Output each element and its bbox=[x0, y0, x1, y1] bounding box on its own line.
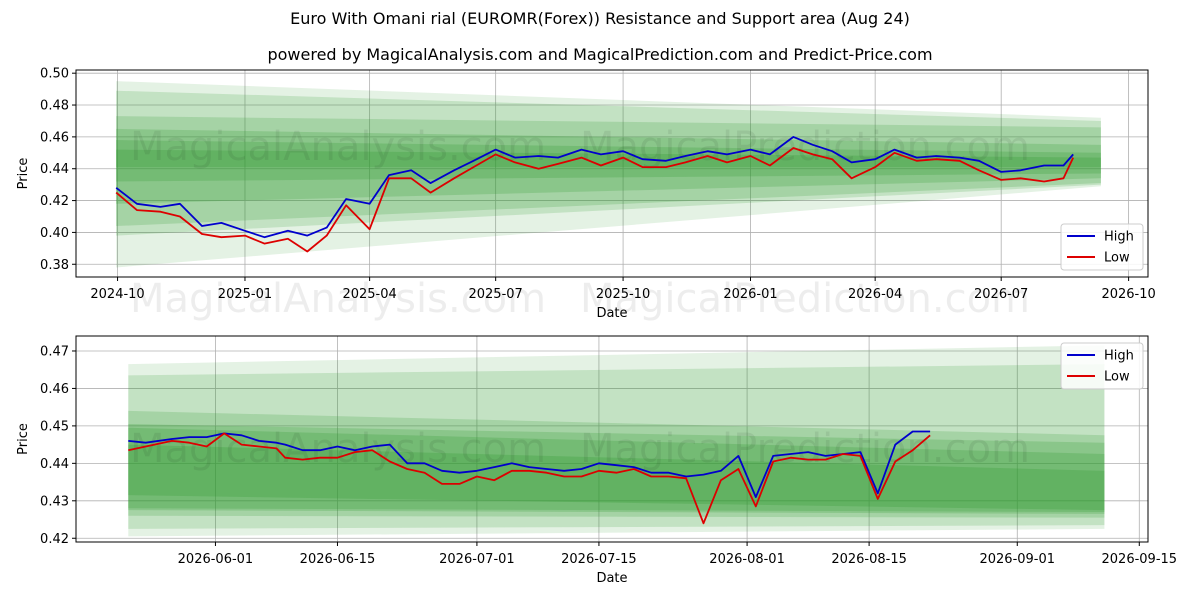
y-tick-label: 0.47 bbox=[40, 344, 69, 359]
y-tick-label: 0.42 bbox=[40, 194, 69, 209]
x-tick-label: 2026-08-15 bbox=[831, 552, 907, 567]
x-tick-label: 2026-04 bbox=[848, 287, 902, 302]
x-tick-label: 2026-08-01 bbox=[709, 552, 785, 567]
watermark-text: MagicalAnalysis.com bbox=[130, 426, 546, 472]
top-panel: MagicalAnalysis.com MagicalPrediction.com… bbox=[16, 67, 1156, 322]
y-tick-label: 0.38 bbox=[40, 258, 69, 273]
watermark-text: MagicalAnalysis.com bbox=[130, 124, 546, 170]
y-tick-label: 0.46 bbox=[40, 382, 69, 397]
x-tick-label: 2026-07-01 bbox=[439, 552, 515, 567]
legend-low-label: Low bbox=[1104, 370, 1130, 385]
y-tick-label: 0.46 bbox=[40, 130, 69, 145]
legend: High Low bbox=[1060, 342, 1144, 390]
y-axis-label: Price bbox=[16, 423, 31, 455]
watermark-text: MagicalPrediction.com bbox=[580, 426, 1030, 472]
x-tick-label: 2025-10 bbox=[596, 287, 650, 302]
y-axis-label: Price bbox=[16, 158, 31, 190]
y-tick-label: 0.43 bbox=[40, 494, 69, 509]
bottom-panel: MagicalAnalysis.com MagicalPrediction.com… bbox=[16, 335, 1178, 586]
x-tick-label: 2026-09-01 bbox=[979, 552, 1055, 567]
x-tick-label: 2025-07 bbox=[468, 287, 522, 302]
x-tick-label: 2026-07-15 bbox=[561, 552, 637, 567]
y-tick-label: 0.48 bbox=[40, 99, 69, 114]
x-tick-label: 2026-01 bbox=[723, 287, 777, 302]
x-tick-label: 2025-04 bbox=[342, 287, 396, 302]
x-tick-label: 2026-06-15 bbox=[300, 552, 376, 567]
y-tick-label: 0.45 bbox=[40, 419, 69, 434]
legend-low-label: Low bbox=[1104, 251, 1130, 266]
legend-high-label: High bbox=[1104, 230, 1134, 245]
legend-high-label: High bbox=[1104, 349, 1134, 364]
x-tick-label: 2026-10 bbox=[1101, 287, 1155, 302]
legend: High Low bbox=[1060, 223, 1144, 271]
x-tick-label: 2026-09-15 bbox=[1102, 552, 1178, 567]
y-tick-label: 0.40 bbox=[40, 226, 69, 241]
x-tick-label: 2025-01 bbox=[218, 287, 272, 302]
y-tick-label: 0.44 bbox=[40, 162, 69, 177]
chart-canvas: MagicalAnalysis.com MagicalPrediction.com… bbox=[16, 67, 1178, 586]
y-tick-label: 0.50 bbox=[40, 67, 69, 82]
y-tick-label: 0.44 bbox=[40, 457, 69, 472]
x-axis-label: Date bbox=[596, 571, 627, 586]
x-axis-label: Date bbox=[596, 306, 627, 321]
x-tick-label: 2026-07 bbox=[974, 287, 1028, 302]
x-tick-label: 2026-06-01 bbox=[178, 552, 254, 567]
y-tick-label: 0.42 bbox=[40, 532, 69, 547]
x-tick-label: 2024-10 bbox=[90, 287, 144, 302]
